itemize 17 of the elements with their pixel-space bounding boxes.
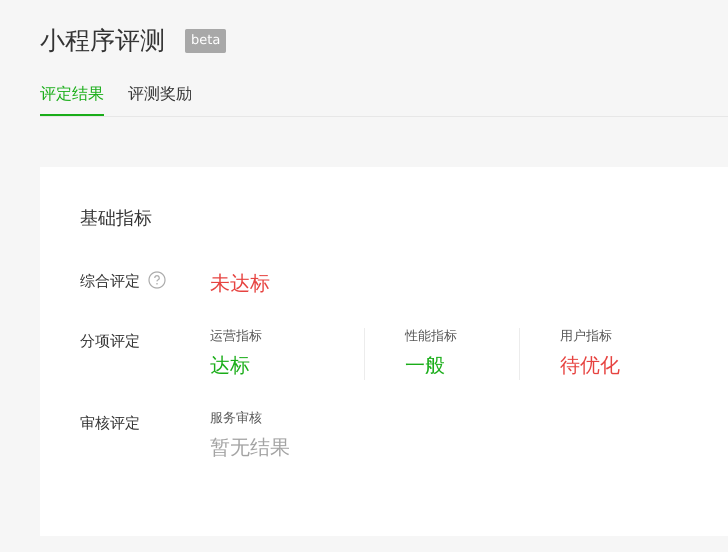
page-title: 小程序评测 [40, 25, 165, 57]
section-title: 基础指标 [80, 206, 152, 230]
row-label: 分项评定 [80, 330, 140, 352]
row-label: 综合评定 [80, 270, 140, 292]
overall-value: 未达标 [210, 270, 270, 296]
tab[interactable]: 评测奖励 [128, 82, 192, 116]
metric-label: 性能指标 [405, 328, 458, 346]
metric-label: 用户指标 [560, 328, 613, 346]
metric-label: 运营指标 [210, 328, 263, 346]
metric-value: 一般 [405, 352, 446, 378]
beta-badge: beta [185, 29, 226, 52]
metric-value: 达标 [210, 352, 251, 378]
metric-value: 待优化 [560, 352, 621, 378]
help-icon[interactable] [148, 270, 166, 288]
row-label: 审核评定 [80, 412, 140, 434]
metric-label: 服务审核 [210, 410, 263, 428]
metric-value: 暂无结果 [210, 434, 291, 460]
